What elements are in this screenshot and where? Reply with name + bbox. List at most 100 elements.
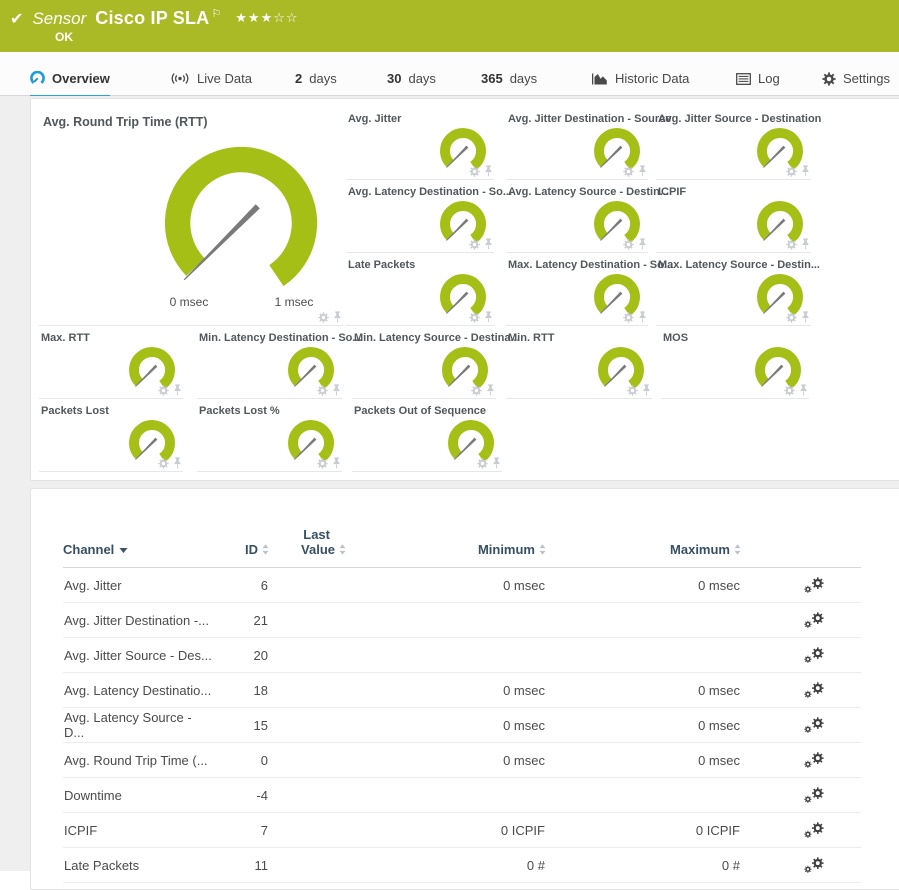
gear-icon[interactable]: [469, 239, 480, 250]
channel-settings-icon[interactable]: [804, 717, 825, 734]
channels-table: Channel ID Last Value Minimum Maximum: [63, 489, 861, 883]
gear-icon: [822, 72, 836, 86]
gauge-cell: Avg. Jitter Source - Destination: [656, 107, 811, 180]
gear-icon[interactable]: [158, 385, 169, 396]
gear-icon[interactable]: [786, 239, 797, 250]
gauge-title: Packets Lost: [39, 399, 183, 417]
channel-settings-icon[interactable]: [804, 822, 825, 839]
gauge-cell: Max. Latency Source - Destin...: [656, 253, 811, 326]
object-type-label: Sensor: [32, 9, 86, 29]
pin-icon[interactable]: [484, 238, 493, 250]
column-label: ID: [245, 542, 258, 557]
pin-icon[interactable]: [173, 457, 182, 469]
channel-name[interactable]: Avg. Jitter Destination -...: [63, 603, 213, 638]
tab-settings[interactable]: Settings: [822, 62, 890, 95]
column-header-maximum[interactable]: Maximum: [546, 489, 741, 568]
tab-log[interactable]: Log: [736, 62, 780, 95]
channel-settings-icon[interactable]: [804, 787, 825, 804]
gear-icon[interactable]: [471, 385, 482, 396]
gauge-title: Avg. Latency Source - Destin...: [506, 180, 648, 198]
pin-icon[interactable]: [638, 238, 647, 250]
gear-icon[interactable]: [317, 385, 328, 396]
channel-settings-icon[interactable]: [804, 752, 825, 769]
gear-icon[interactable]: [477, 458, 488, 469]
flag-icon[interactable]: ⚐: [211, 7, 221, 20]
tab-2-days[interactable]: 2 days: [295, 62, 337, 95]
channel-name[interactable]: Avg. Round Trip Time (...: [63, 743, 213, 778]
area-chart-icon: [592, 72, 608, 85]
channel-name[interactable]: Avg. Latency Destinatio...: [63, 673, 213, 708]
channel-name[interactable]: Avg. Latency Source - D...: [63, 708, 213, 743]
gear-icon[interactable]: [627, 385, 638, 396]
gear-icon[interactable]: [469, 166, 480, 177]
pin-icon[interactable]: [801, 165, 810, 177]
channel-settings-icon[interactable]: [804, 612, 825, 629]
pin-icon[interactable]: [642, 384, 651, 396]
gear-icon[interactable]: [623, 312, 634, 323]
gear-icon[interactable]: [786, 166, 797, 177]
channel-name[interactable]: ICPIF: [63, 813, 213, 848]
gear-icon[interactable]: [786, 312, 797, 323]
channel-name[interactable]: Downtime: [63, 778, 213, 813]
sensor-name: Cisco IP SLA: [95, 8, 209, 29]
channel-settings-icon[interactable]: [804, 647, 825, 664]
gear-icon[interactable]: [623, 166, 634, 177]
pin-icon[interactable]: [492, 457, 501, 469]
gauge-cell-avg-rtt: Avg. Round Trip Time (RTT) 0 msec 1 msec: [39, 107, 343, 326]
pin-icon[interactable]: [332, 457, 341, 469]
tab-label: Live Data: [197, 71, 252, 86]
channel-name[interactable]: Avg. Jitter: [63, 568, 213, 603]
channel-name[interactable]: Avg. Jitter Source - Des...: [63, 638, 213, 673]
gear-icon[interactable]: [469, 312, 480, 323]
channel-maximum: [546, 603, 741, 638]
gear-icon[interactable]: [318, 312, 329, 323]
channel-name[interactable]: Late Packets: [63, 848, 213, 883]
tab-overview[interactable]: Overview: [30, 62, 110, 98]
pin-icon[interactable]: [486, 384, 495, 396]
channel-settings-icon[interactable]: [804, 682, 825, 699]
pin-icon[interactable]: [638, 165, 647, 177]
tab-30-days[interactable]: 30 days: [387, 62, 436, 95]
column-header-minimum[interactable]: Minimum: [346, 489, 546, 568]
pin-icon[interactable]: [638, 311, 647, 323]
gauge-cell-actions: [786, 311, 810, 323]
channel-last-value: [269, 848, 346, 883]
gauge-cell-actions: [469, 238, 493, 250]
gauge-cell-actions: [469, 311, 493, 323]
channel-last-value: [269, 603, 346, 638]
table-row: Avg. Round Trip Time (... 0 0 msec 0 mse…: [63, 743, 861, 778]
column-header-channel[interactable]: Channel: [63, 489, 213, 568]
pin-icon[interactable]: [801, 311, 810, 323]
tab-historic-data[interactable]: Historic Data: [592, 62, 689, 95]
gauge-cell: Avg. Jitter: [346, 107, 494, 180]
channel-minimum: 0 msec: [346, 743, 546, 778]
gear-icon[interactable]: [158, 458, 169, 469]
pin-icon[interactable]: [801, 238, 810, 250]
gear-icon[interactable]: [317, 458, 328, 469]
gauge-cell-actions: [158, 457, 182, 469]
channel-last-value: [269, 813, 346, 848]
tab-365-days[interactable]: 365 days: [481, 62, 537, 95]
priority-rating[interactable]: ★★★☆☆: [235, 10, 298, 26]
pin-icon[interactable]: [484, 311, 493, 323]
pin-icon[interactable]: [333, 311, 342, 323]
gauge-title: Max. RTT: [39, 326, 183, 344]
gear-icon[interactable]: [623, 239, 634, 250]
pin-icon[interactable]: [484, 165, 493, 177]
channel-minimum: [346, 638, 546, 673]
column-header-id[interactable]: ID: [213, 489, 269, 568]
column-header-last-value[interactable]: Last Value: [269, 489, 346, 568]
gauge-dial[interactable]: [148, 130, 334, 316]
gear-icon[interactable]: [784, 385, 795, 396]
channel-settings-icon[interactable]: [804, 577, 825, 594]
gauge-cell: Avg. Jitter Destination - Source: [506, 107, 648, 180]
stars-empty: ☆☆: [273, 10, 298, 25]
table-row: ICPIF 7 0 ICPIF 0 ICPIF: [63, 813, 861, 848]
pin-icon[interactable]: [799, 384, 808, 396]
pin-icon[interactable]: [332, 384, 341, 396]
pin-icon[interactable]: [173, 384, 182, 396]
tab-live-data[interactable]: Live Data: [170, 62, 252, 95]
channel-id: 18: [213, 673, 269, 708]
gauge-cell: ICPIF: [656, 180, 811, 253]
tab-number: 2: [295, 71, 302, 86]
